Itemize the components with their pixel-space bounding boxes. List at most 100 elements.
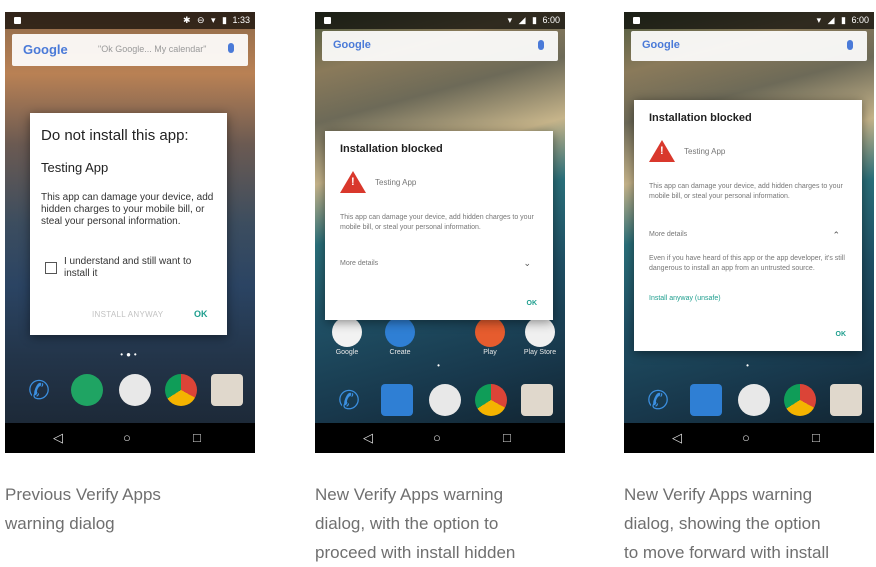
google-logo: Google xyxy=(642,39,680,51)
understand-checkbox[interactable] xyxy=(45,262,57,274)
chrome-icon[interactable] xyxy=(165,374,197,406)
google-search-bar[interactable]: Google xyxy=(631,31,867,61)
app-label: Play xyxy=(483,349,497,356)
navigation-bar: ◁ ○ □ xyxy=(5,423,255,453)
dock: ✆ xyxy=(325,384,555,420)
phone-screen-previous: ✱ ⊖ ▾ ▮ 1:33 Google "Ok Google... My cal… xyxy=(5,12,255,453)
dialog-message: This app can damage your device, add hid… xyxy=(649,183,843,200)
dock: ✆ xyxy=(634,384,864,420)
mic-icon[interactable] xyxy=(228,43,234,53)
page-indicator: •●• xyxy=(120,350,140,359)
dock: ✆ xyxy=(15,374,245,410)
more-details-toggle[interactable]: More details xyxy=(340,260,378,267)
phone-screen-new-collapsed: ▾ ◢ ▮ 6:00 Google Google Create Play Pla… xyxy=(315,12,565,453)
google-app-icon[interactable] xyxy=(332,317,362,347)
status-icons: ▾ ◢ ▮ xyxy=(507,15,539,25)
apps-icon[interactable] xyxy=(119,374,151,406)
notification-icon xyxy=(324,17,331,24)
dialog-title: Do not install this app: xyxy=(41,127,189,144)
caption-line: New Verify Apps warning xyxy=(315,485,504,504)
chrome-icon[interactable] xyxy=(475,384,507,416)
home-icon[interactable]: ○ xyxy=(742,430,750,445)
caption-line: dialog, with the option to xyxy=(315,514,499,533)
app-label: Play Store xyxy=(523,349,557,356)
caption-line: to move forward with install xyxy=(624,543,830,562)
navigation-bar: ◁ ○ □ xyxy=(315,423,565,453)
mic-icon[interactable] xyxy=(538,40,544,50)
notification-icon xyxy=(633,17,640,24)
ok-button[interactable]: OK xyxy=(527,300,538,307)
chrome-icon[interactable] xyxy=(784,384,816,416)
caption-new-expanded: New Verify Apps warning dialog, showing … xyxy=(624,480,829,567)
dialog-message: This app can damage your device, add hid… xyxy=(340,214,534,231)
home-icon[interactable]: ○ xyxy=(123,430,131,445)
install-anyway-button[interactable]: INSTALL ANYWAY xyxy=(92,310,163,319)
back-icon[interactable]: ◁ xyxy=(53,430,63,446)
back-icon[interactable]: ◁ xyxy=(672,430,682,446)
notification-icon xyxy=(14,17,21,24)
recents-icon[interactable]: □ xyxy=(503,430,511,445)
dialog-message: This app can damage your device, add hid… xyxy=(41,192,214,227)
chevron-down-icon[interactable]: ⌄ xyxy=(523,258,531,269)
app-name: Testing App xyxy=(684,147,726,156)
chevron-up-icon[interactable]: ⌃ xyxy=(832,230,840,241)
google-logo: Google xyxy=(23,42,68,57)
caption-line: New Verify Apps warning xyxy=(624,485,813,504)
phone-icon[interactable]: ✆ xyxy=(23,374,55,406)
status-bar: ▾ ◢ ▮ 6:00 xyxy=(624,12,874,29)
recents-icon[interactable]: □ xyxy=(812,430,820,445)
messages-icon[interactable] xyxy=(690,384,722,416)
warning-icon xyxy=(649,140,675,162)
back-icon[interactable]: ◁ xyxy=(363,430,373,446)
caption-line: dialog, showing the option xyxy=(624,514,821,533)
apps-icon[interactable] xyxy=(429,384,461,416)
hangouts-icon[interactable] xyxy=(71,374,103,406)
app-name: Testing App xyxy=(41,160,109,175)
mic-icon[interactable] xyxy=(847,40,853,50)
caption-line: Previous Verify Apps xyxy=(5,485,161,504)
status-icons: ✱ ⊖ ▾ ▮ xyxy=(182,15,229,25)
extra-warning-text: Even if you have heard of this app or th… xyxy=(649,255,845,272)
camera-icon[interactable] xyxy=(211,374,243,406)
home-app-row: Google Create Play Play Store xyxy=(325,317,556,357)
app-name: Testing App xyxy=(375,178,417,187)
installation-blocked-dialog: Installation blocked Testing App This ap… xyxy=(634,100,862,351)
status-icons: ▾ ◢ ▮ xyxy=(816,15,848,25)
more-details-toggle[interactable]: More details xyxy=(649,231,687,238)
status-time: 1:33 xyxy=(232,15,250,25)
status-time: 6:00 xyxy=(542,15,560,25)
checkbox-label[interactable]: I understand and still want to install i… xyxy=(64,256,214,280)
warning-dialog: Do not install this app: Testing App Thi… xyxy=(30,113,227,335)
search-hint: "Ok Google... My calendar" xyxy=(98,44,207,54)
phone-icon[interactable]: ✆ xyxy=(642,384,674,416)
warning-icon xyxy=(340,171,366,193)
play-store-icon[interactable] xyxy=(525,317,555,347)
camera-icon[interactable] xyxy=(521,384,553,416)
navigation-bar: ◁ ○ □ xyxy=(624,423,874,453)
home-icon[interactable]: ○ xyxy=(433,430,441,445)
google-search-bar[interactable]: Google "Ok Google... My calendar" xyxy=(12,34,248,66)
recents-icon[interactable]: □ xyxy=(193,430,201,445)
status-bar: ▾ ◢ ▮ 6:00 xyxy=(315,12,565,29)
phone-icon[interactable]: ✆ xyxy=(333,384,365,416)
apps-icon[interactable] xyxy=(738,384,770,416)
install-anyway-link[interactable]: Install anyway (unsafe) xyxy=(649,295,721,302)
ok-button[interactable]: OK xyxy=(194,309,208,319)
caption-new-collapsed: New Verify Apps warning dialog, with the… xyxy=(315,480,515,567)
caption-previous: Previous Verify Apps warning dialog xyxy=(5,480,161,538)
status-time: 6:00 xyxy=(851,15,869,25)
installation-blocked-dialog: Installation blocked Testing App This ap… xyxy=(325,131,553,320)
dialog-title: Installation blocked xyxy=(649,112,752,124)
caption-line: warning dialog xyxy=(5,514,115,533)
google-search-bar[interactable]: Google xyxy=(322,31,558,61)
phone-screen-new-expanded: ▾ ◢ ▮ 6:00 Google • ✆ ◁ ○ □ Installation… xyxy=(624,12,874,453)
messages-icon[interactable] xyxy=(381,384,413,416)
google-logo: Google xyxy=(333,39,371,51)
caption-line: proceed with install hidden xyxy=(315,543,516,562)
play-app-icon[interactable] xyxy=(475,317,505,347)
camera-icon[interactable] xyxy=(830,384,862,416)
page-indicator: • xyxy=(746,361,752,370)
create-app-icon[interactable] xyxy=(385,317,415,347)
app-label: Create xyxy=(389,349,411,356)
ok-button[interactable]: OK xyxy=(836,331,847,338)
